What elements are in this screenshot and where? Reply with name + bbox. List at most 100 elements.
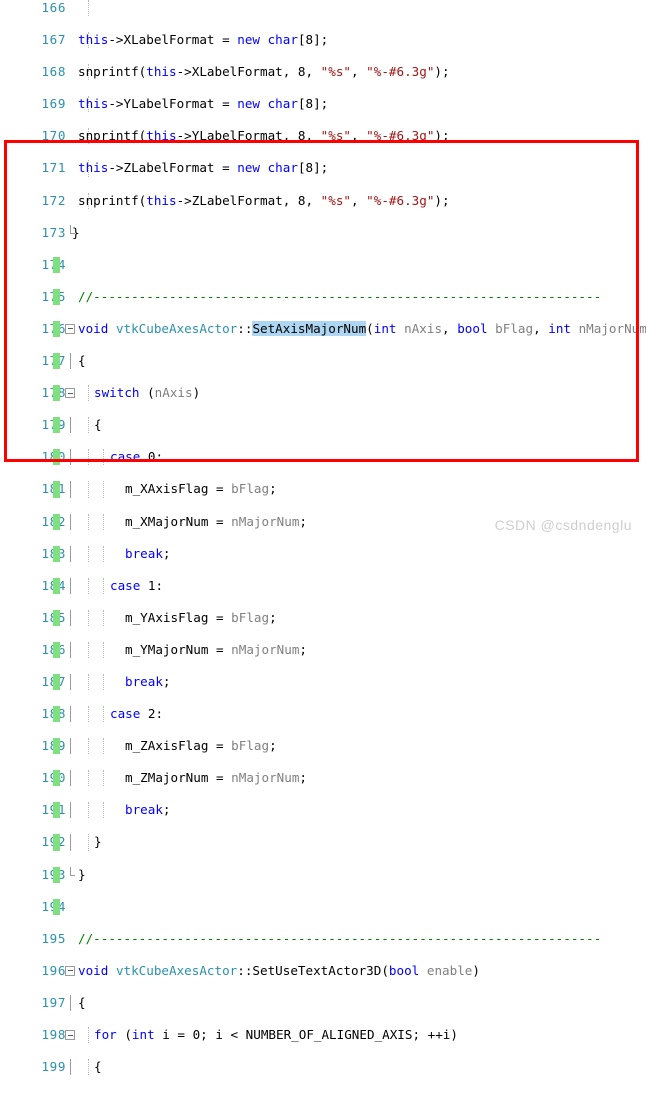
collapse-toggle-icon[interactable] [65,965,75,976]
code-line[interactable]: 195 //----------------------------------… [0,931,646,947]
code-line[interactable]: 199 { [0,1059,646,1076]
line-number: 198 [41,1027,66,1042]
code-text: snprintf(this->XLabelFormat, 8, "%s", "%… [78,64,450,80]
code-text: switch (nAxis) [94,385,201,401]
indent-guide [88,513,89,530]
indent-guide [88,0,89,17]
code-line[interactable]: 179 { [0,417,646,434]
outline-connector [69,641,71,658]
indent-guide [88,385,89,402]
collapse-toggle-icon[interactable] [65,323,75,334]
outline-connector [69,545,71,562]
code-text: //--------------------------------------… [78,288,602,304]
change-bar [53,802,60,819]
outline-connector [69,577,71,594]
code-line[interactable]: 180 case 0: [0,449,646,466]
code-text: //--------------------------------------… [78,930,602,946]
code-line[interactable]: 184 case 1: [0,577,646,594]
code-line[interactable]: 178 switch (nAxis) [0,385,646,402]
code-line[interactable]: 175 //----------------------------------… [0,288,646,305]
change-bar [53,513,60,530]
code-text: m_ZMajorNum = nMajorNum; [125,770,307,786]
indent-guide [103,770,104,787]
code-line[interactable]: 189 m_ZAxisFlag = bFlag; [0,738,646,755]
change-bar [53,641,60,658]
change-bar [53,449,60,466]
change-bar [53,577,60,594]
outline-connector [69,770,71,787]
code-text: case 0: [110,449,164,465]
line-number: 199 [41,1059,66,1075]
outline-connector [69,673,71,691]
code-line[interactable]: 169 this->YLabelFormat = new char[8]; [0,96,646,113]
code-line[interactable]: 181 m_XAxisFlag = bFlag; [0,481,646,498]
code-line[interactable]: 183 break; [0,545,646,562]
indent-guide [88,1059,89,1076]
code-lines-container: 166 167 this->XLabelFormat = new char[8]… [0,0,646,1076]
outline-connector [69,513,71,530]
code-text: m_YAxisFlag = bFlag; [125,609,277,625]
line-number: 195 [41,930,66,946]
outline-connector [69,449,71,466]
code-text: break; [125,802,171,818]
code-line[interactable]: 196 void vtkCubeAxesActor::SetUseTextAct… [0,963,646,979]
collapse-toggle-icon[interactable] [65,388,75,399]
code-line[interactable]: 173 } [0,224,646,241]
line-number: 197 [41,994,66,1010]
outline-connector [69,417,71,434]
indent-guide [103,802,104,819]
line-number: 171 [41,160,66,176]
code-text: break; [125,673,171,689]
code-line[interactable]: 167 this->XLabelFormat = new char[8]; [0,32,646,49]
indent-guide [88,673,89,691]
code-text: void vtkCubeAxesActor::SetUseTextActor3D… [78,962,480,978]
code-line[interactable]: 188 case 2: [0,706,646,723]
change-bar [53,738,60,755]
outline-connector [69,994,71,1011]
code-line[interactable]: 187 break; [0,673,646,691]
indent-guide [103,577,104,594]
change-bar [53,320,60,338]
outline-connector [69,802,71,819]
code-line[interactable]: 186 m_YMajorNum = nMajorNum; [0,641,646,658]
outline-connector [69,481,71,498]
code-line[interactable]: 190 m_ZMajorNum = nMajorNum; [0,770,646,787]
code-line[interactable]: 170 snprintf(this->YLabelFormat, 8, "%s"… [0,128,646,145]
code-editor-view[interactable]: 166 167 this->XLabelFormat = new char[8]… [0,0,646,1076]
code-line[interactable]: 191 break; [0,802,646,819]
code-line[interactable]: 198 for (int i = 0; i < NUMBER_OF_ALIGNE… [0,1027,646,1044]
code-text: case 1: [110,577,164,593]
indent-guide [88,641,89,658]
code-line[interactable]: 174 [0,256,646,273]
outline-connector [69,738,71,755]
change-bar [53,706,60,723]
indent-guide [88,449,89,466]
code-line[interactable]: 194 [0,898,646,915]
code-line[interactable]: 168 snprintf(this->XLabelFormat, 8, "%s"… [0,64,646,81]
indent-guide [88,834,89,851]
code-line[interactable]: 172 snprintf(this->ZLabelFormat, 8, "%s"… [0,192,646,209]
line-number: 173 [41,224,66,240]
change-bar [53,417,60,434]
change-bar [53,385,60,402]
code-line[interactable]: 193 } [0,866,646,883]
outline-connector [69,706,71,723]
code-line[interactable]: 192 } [0,834,646,851]
code-line[interactable]: 177 { [0,353,646,370]
code-line[interactable]: 171 this->ZLabelFormat = new char[8]; [0,160,646,177]
change-bar [53,609,60,626]
indent-guide [88,577,89,594]
code-line[interactable]: 166 [0,0,646,17]
code-line[interactable]: 197 { [0,994,646,1011]
indent-guide [103,449,104,466]
collapse-toggle-icon[interactable] [65,1030,75,1040]
outline-connector [69,353,71,370]
indent-guide [88,1027,89,1044]
code-text: m_ZAxisFlag = bFlag; [125,738,277,754]
code-text: } [72,224,80,240]
code-line[interactable]: 176 void vtkCubeAxesActor::SetAxisMajorN… [0,320,646,338]
code-text: { [78,994,86,1010]
indent-guide [103,609,104,626]
code-text: for (int i = 0; i < NUMBER_OF_ALIGNED_AX… [94,1027,458,1042]
code-line[interactable]: 185 m_YAxisFlag = bFlag; [0,609,646,626]
